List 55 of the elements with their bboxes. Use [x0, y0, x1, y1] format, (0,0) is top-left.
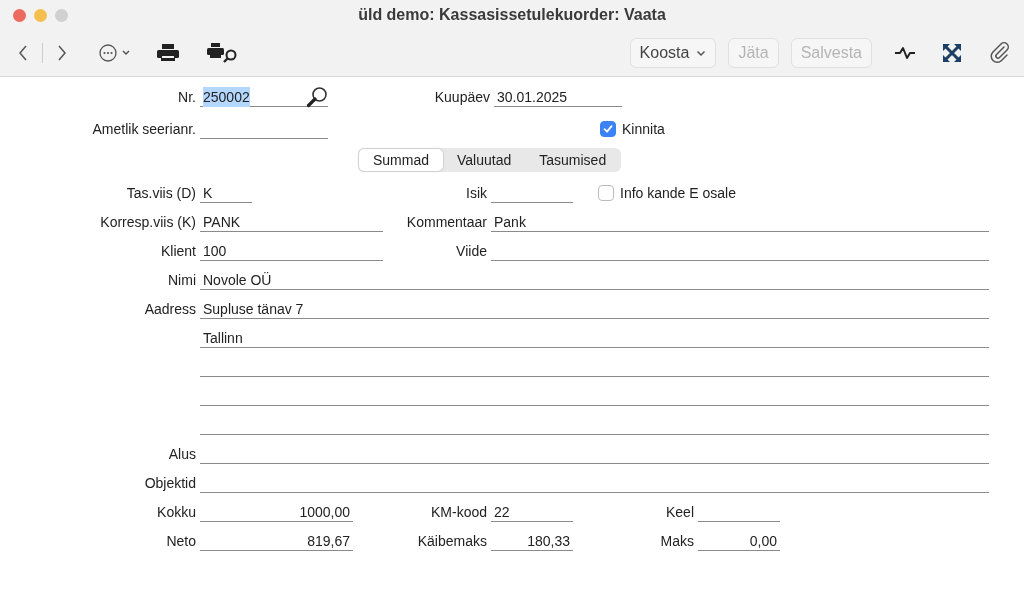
text-field[interactable]: 1000,00: [200, 502, 353, 522]
window-title: üld demo: Kassasissetulekuorder: Vaata: [358, 6, 666, 24]
close-button[interactable]: [13, 8, 26, 22]
text-field[interactable]: 22: [491, 502, 573, 522]
field-label: Keel: [664, 503, 695, 522]
text-field[interactable]: 100: [200, 241, 383, 261]
number-value: 250002: [203, 86, 250, 107]
field-label: Kommentaar: [405, 213, 488, 232]
field-label: Nr.: [177, 88, 197, 107]
tab[interactable]: Valuutad: [443, 149, 526, 171]
field-label: Maks: [659, 532, 695, 551]
forward-icon[interactable]: [57, 45, 67, 61]
field-label: Kokku: [156, 503, 197, 522]
more-icon[interactable]: [99, 44, 131, 62]
caret-icon: [696, 49, 707, 57]
print-preview-icon[interactable]: [207, 43, 239, 63]
compose-menu-button[interactable]: Koosta: [629, 38, 717, 68]
field-label: KM-kood: [429, 503, 488, 522]
field-label: Ametlik seerianr.: [91, 120, 197, 139]
text-field[interactable]: 30.01.2025: [494, 87, 622, 107]
field-label: Nimi: [167, 271, 197, 290]
field-label: Alus: [167, 445, 197, 464]
paperclip-icon[interactable]: [990, 42, 1010, 64]
field-label: Isik: [465, 184, 488, 203]
text-field[interactable]: 819,67: [200, 531, 353, 551]
field-label: Aadress: [143, 300, 197, 319]
checkbox[interactable]: [598, 185, 614, 201]
text-field[interactable]: Supluse tänav 7: [200, 299, 989, 319]
back-icon[interactable]: [18, 45, 28, 61]
text-field[interactable]: Tallinn: [200, 328, 989, 348]
tab[interactable]: Summad: [359, 149, 444, 171]
search-icon[interactable]: [306, 85, 328, 108]
field-label: Neto: [165, 532, 197, 551]
field-label: Kuupäev: [433, 88, 491, 107]
expand-icon[interactable]: [942, 43, 962, 63]
checkbox-label: Info kande E osale: [620, 184, 736, 203]
field-label: Korresp.viis (K): [99, 213, 197, 232]
text-field[interactable]: Novole OÜ: [200, 270, 989, 290]
text-field[interactable]: Pank: [491, 212, 989, 232]
field-label: Tas.viis (D): [125, 184, 197, 203]
tab[interactable]: Tasumised: [525, 149, 621, 171]
text-field[interactable]: PANK: [200, 212, 383, 232]
number-field[interactable]: 250002: [200, 87, 328, 107]
field-label: Viide: [455, 242, 488, 261]
field-label: Klient: [159, 242, 197, 261]
field-label: Objektid: [143, 474, 197, 493]
text-field[interactable]: K: [200, 183, 252, 203]
text-field[interactable]: 0,00: [698, 531, 780, 551]
checkbox[interactable]: [600, 121, 616, 137]
field-label: Käibemaks: [416, 532, 488, 551]
activity-icon[interactable]: [894, 46, 916, 60]
printer-icon[interactable]: [157, 44, 179, 62]
checkbox-label: Kinnita: [622, 120, 665, 139]
text-field[interactable]: 180,33: [491, 531, 573, 551]
checkmark-icon: [602, 123, 614, 135]
